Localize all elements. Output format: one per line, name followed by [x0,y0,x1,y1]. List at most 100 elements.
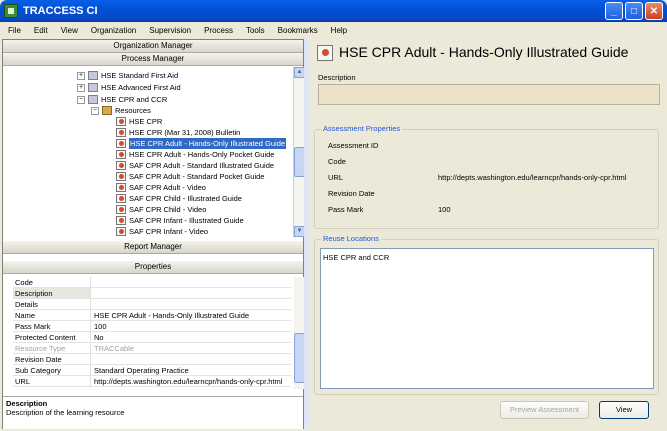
menu-supervision[interactable]: Supervision [149,26,191,35]
property-row[interactable]: Revision Date [13,354,291,365]
property-row[interactable]: Details [13,299,291,310]
folder-icon [88,71,98,80]
tree-item-label: SAF CPR Adult - Standard Illustrated Gui… [129,161,275,170]
resources-icon [102,106,112,115]
tree-item-label: HSE CPR Adult - Hands-Only Pocket Guide [129,150,275,159]
left-panel: Organization Manager Process Manager + H… [2,39,305,429]
assessment-properties-group: Assessment Properties Assessment ID Code… [314,124,659,229]
menu-edit[interactable]: Edit [34,26,48,35]
menu-help[interactable]: Help [331,26,347,35]
property-description-title: Description [6,399,48,408]
maximize-button[interactable]: □ [625,2,643,20]
tree-item-label: HSE CPR Adult - Hands-Only Illustrated G… [129,138,287,149]
property-row[interactable]: Sub Category Standard Operating Practice [13,365,291,376]
property-row-selected[interactable]: Description [13,288,291,299]
document-icon [116,183,126,192]
property-row[interactable]: URL http://depts.washington.edu/learncpr/… [13,376,291,387]
tree-scrollbar[interactable]: ▲ ▼ [293,67,305,237]
tree-item-selected[interactable]: HSE CPR Adult - Hands-Only Illustrated G… [116,138,287,149]
menu-file[interactable]: File [8,26,21,35]
tree-item[interactable]: HSE CPR (Mar 31, 2008) Bulletin [116,127,240,138]
property-row[interactable]: Protected Content No [13,332,291,343]
property-description-text: Description of the learning resource [6,408,125,417]
tree-item[interactable]: HSE CPR Adult - Hands-Only Pocket Guide [116,149,274,160]
tree-item[interactable]: − Resources [91,105,151,116]
document-icon [116,150,126,159]
assessment-properties-title: Assessment Properties [321,124,403,133]
reuse-locations-list[interactable]: HSE CPR and CCR [320,248,654,389]
pass-mark-value: 100 [438,205,451,214]
preview-assessment-button[interactable]: Preview Assessment [500,401,589,419]
document-icon [116,161,126,170]
tree-item-label: SAF CPR Infant - Illustrated Guide [129,216,244,225]
tree-item-label: Resources [115,106,151,115]
tree-item[interactable]: SAF CPR Adult - Standard Illustrated Gui… [116,160,274,171]
tree-item[interactable]: − HSE CPR and CCR [77,94,167,105]
menu-organization[interactable]: Organization [91,26,136,35]
menu-tools[interactable]: Tools [246,26,265,35]
tree-item[interactable]: SAF CPR Infant - Illustrated Guide [116,215,244,226]
url-value: http://depts.washington.edu/learncpr/han… [438,173,627,182]
document-icon [116,227,126,236]
minimize-button[interactable]: _ [605,2,623,20]
close-button[interactable]: ✕ [645,2,663,20]
tree-item-label: SAF CPR Child - Video [129,205,207,214]
tree-item-label: HSE CPR [129,117,163,126]
process-manager-header[interactable]: Process Manager [3,53,303,66]
document-icon [116,205,126,214]
menu-bookmarks[interactable]: Bookmarks [278,26,318,35]
property-row[interactable]: Resource Type TRACCable [13,343,291,354]
document-icon [116,194,126,203]
tree-item[interactable]: + HSE Standard First Aid [77,70,178,81]
document-icon [116,128,126,137]
app-icon [4,4,18,18]
collapse-icon[interactable]: − [91,106,99,115]
report-manager-header[interactable]: Report Manager [3,241,303,254]
tree-item[interactable]: + HSE Advanced First Aid [77,82,181,93]
property-row[interactable]: Code [13,277,291,288]
tree-item-label: HSE CPR (Mar 31, 2008) Bulletin [129,128,241,137]
expand-icon[interactable]: + [77,71,85,80]
organization-manager-header[interactable]: Organization Manager [3,40,303,53]
tree-item-label: SAF CPR Infant - Video [129,227,209,236]
document-icon [116,216,126,225]
url-label: URL [328,173,344,182]
property-row[interactable]: Pass Mark 100 [13,321,291,332]
tree-item-label: HSE CPR and CCR [101,95,168,104]
window-title: TRACCESS CI [23,5,98,17]
menu-view[interactable]: View [61,26,78,35]
tree-item-label: HSE Advanced First Aid [101,83,181,92]
description-field[interactable] [318,84,660,105]
document-icon [116,117,126,126]
tree-item[interactable]: SAF CPR Child - Illustrated Guide [116,193,242,204]
right-panel: HSE CPR Adult - Hands-Only Illustrated G… [309,39,665,429]
properties-header: Properties [3,261,303,274]
document-icon [116,172,126,181]
tree-item-label: SAF CPR Adult - Standard Pocket Guide [129,172,265,181]
tree-item[interactable]: SAF CPR Child - Video [116,204,206,215]
assessment-id-label: Assessment ID [328,141,379,150]
tree-item-label: HSE Standard First Aid [101,71,179,80]
revision-date-label: Revision Date [328,189,375,198]
tree-item[interactable]: HSE CPR [116,116,162,127]
description-label: Description [318,73,356,82]
document-icon [116,139,126,148]
title-bar[interactable]: TRACCESS CI _ □ ✕ [0,0,667,22]
property-row[interactable]: Name HSE CPR Adult - Hands-Only Illustrat… [13,310,291,321]
view-button[interactable]: View [599,401,649,419]
page-title: HSE CPR Adult - Hands-Only Illustrated G… [339,44,629,60]
tree-item[interactable]: SAF CPR Adult - Standard Pocket Guide [116,171,264,182]
tree-item-label: SAF CPR Adult - Video [129,183,206,192]
folder-icon [88,83,98,92]
tree-item[interactable]: SAF CPR Infant - Video [116,226,208,237]
list-item[interactable]: HSE CPR and CCR [323,253,651,262]
document-icon [317,45,333,61]
code-label: Code [328,157,346,166]
tree-item[interactable]: SAF CPR Adult - Video [116,182,206,193]
pass-mark-label: Pass Mark [328,205,364,214]
collapse-icon[interactable]: − [77,95,85,104]
reuse-locations-group: Reuse Locations HSE CPR and CCR [314,234,659,395]
menu-process[interactable]: Process [204,26,233,35]
expand-icon[interactable]: + [77,83,85,92]
reuse-locations-title: Reuse Locations [321,234,381,243]
